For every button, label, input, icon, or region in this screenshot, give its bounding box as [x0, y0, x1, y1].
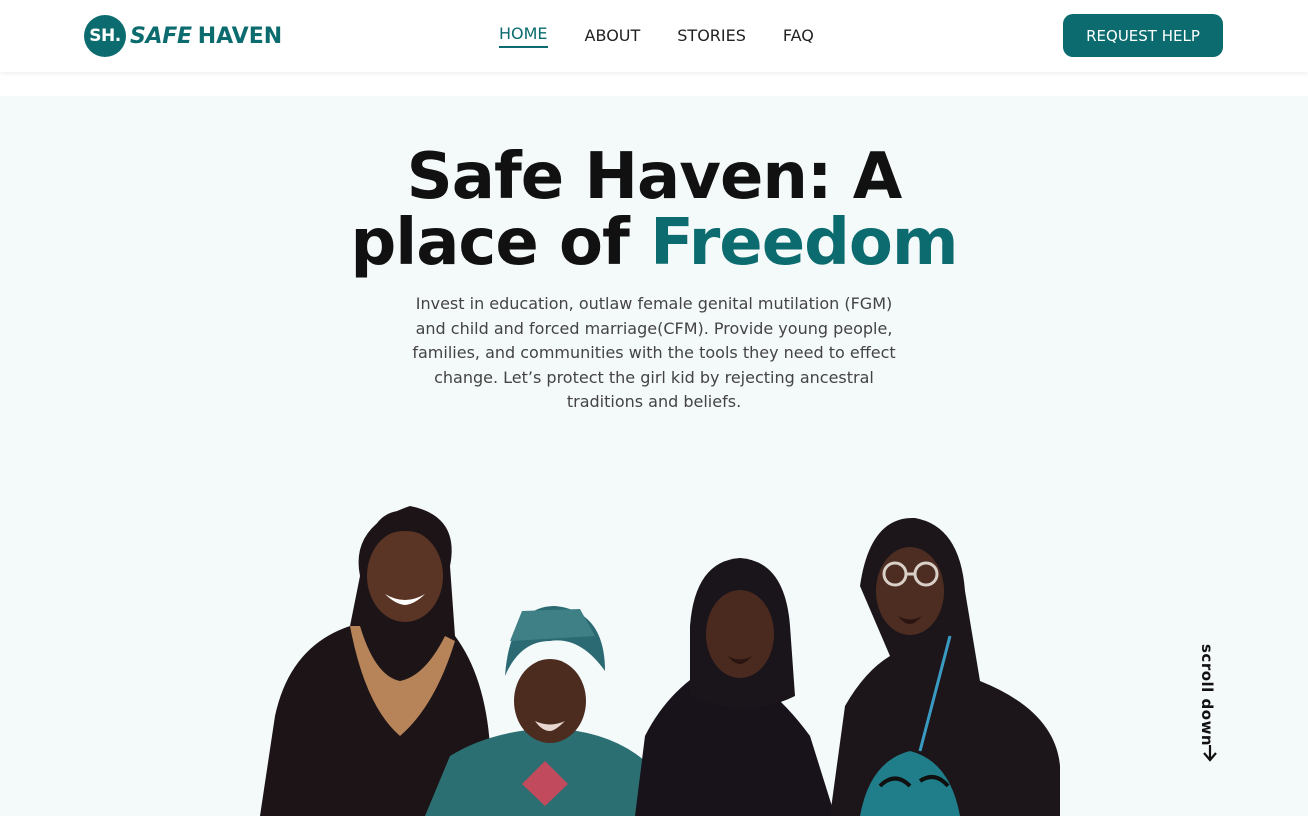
scroll-down-indicator[interactable]: scroll down	[1195, 644, 1225, 764]
request-help-button[interactable]: REQUEST HELP	[1063, 14, 1223, 57]
hero-title-line2-prefix: place of	[350, 206, 651, 280]
hero-image	[260, 506, 1060, 816]
logo-text-safe: SAFE	[130, 23, 192, 49]
hero-title: Safe Haven: A place of Freedom	[0, 144, 1308, 276]
woman-4-figure	[830, 517, 1060, 816]
logo-text-haven: HAVEN	[197, 23, 283, 49]
hero-title-accent: Freedom	[650, 206, 958, 280]
nav-item-home-label: HOME	[499, 24, 548, 48]
scroll-down-label: scroll down	[1198, 644, 1216, 747]
main-nav: HOME ABOUT STORIES FAQ	[499, 24, 851, 48]
logo-badge: SH.	[84, 15, 126, 57]
nav-item-faq[interactable]: FAQ	[783, 26, 814, 46]
nav-item-about[interactable]: ABOUT	[585, 26, 641, 46]
nav-item-about-label: ABOUT	[584, 26, 641, 45]
hero-section: Safe Haven: A place of Freedom Invest in…	[0, 96, 1308, 816]
hero-subtitle: Invest in education, outlaw female genit…	[412, 294, 896, 411]
nav-item-faq-label: FAQ	[782, 26, 814, 45]
nav-item-home[interactable]: HOME	[499, 24, 548, 48]
arrow-down-icon	[1203, 745, 1217, 762]
site-header: SH. SAFE HAVEN HOME ABOUT STORIES FAQ RE…	[0, 0, 1308, 72]
hero-title-line1: Safe Haven: A	[406, 140, 903, 214]
logo[interactable]: SH. SAFE HAVEN	[84, 15, 282, 57]
nav-item-stories-label: STORIES	[677, 26, 746, 45]
nav-item-stories[interactable]: STORIES	[677, 26, 746, 46]
woman-3-figure	[635, 558, 835, 816]
